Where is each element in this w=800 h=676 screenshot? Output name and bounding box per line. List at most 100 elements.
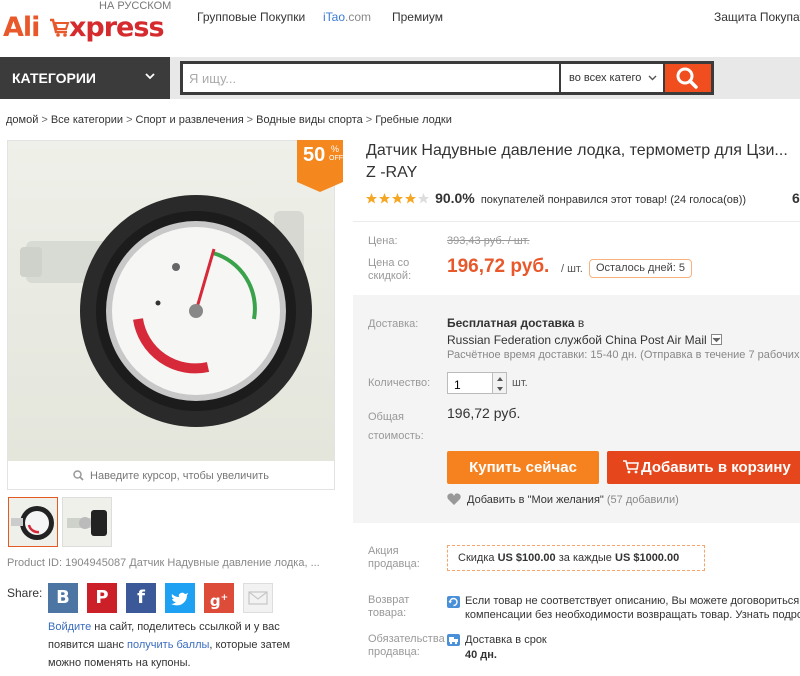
free-shipping-text: Бесплатная доставка — [447, 316, 575, 330]
nav-itao[interactable]: iTao.com — [323, 10, 371, 24]
breadcrumb-water-sports[interactable]: Водные виды спорта — [256, 114, 363, 126]
envelope-icon — [248, 591, 268, 605]
search-button[interactable] — [665, 64, 711, 92]
wishlist-text: Добавить в "Мои желания" — [467, 494, 604, 506]
google-plus-icon[interactable]: g+ — [204, 583, 234, 613]
promo-amount: US $100.00 — [497, 552, 556, 564]
chevron-down-icon — [648, 75, 657, 81]
zoom-hint-text: Наведите курсор, чтобы увеличить — [90, 470, 269, 482]
search-scope-select[interactable]: во всех катего — [561, 64, 663, 92]
discount-price-label: Цена со скидкой: — [368, 257, 412, 282]
nav-premium[interactable]: Премиум — [392, 10, 443, 24]
discount-percent: 50 — [303, 144, 326, 166]
categories-label: КАТЕГОРИИ — [12, 70, 96, 86]
seller-duties-line1: Доставка в срок — [465, 634, 547, 646]
nav-itao-domain: .com — [345, 10, 372, 24]
seller-promo-box: Скидка US $100.00 за каждые US $1000.00 — [447, 545, 705, 571]
chevron-down-icon — [145, 73, 155, 80]
promo-threshold: US $1000.00 — [615, 552, 680, 564]
total-price: 196,72 руб. — [447, 405, 521, 421]
days-left-badge: Осталось дней: 5 — [589, 259, 693, 278]
zoom-hint: Наведите курсор, чтобы увеличить — [8, 466, 334, 486]
facebook-icon[interactable]: f — [126, 583, 156, 613]
discount-badge: 50 % OFF — [297, 140, 343, 192]
quantity-input[interactable] — [447, 372, 493, 394]
get-points-link[interactable]: получить баллы — [127, 639, 209, 651]
product-main-image[interactable] — [8, 141, 334, 461]
logo-cart-icon — [50, 18, 70, 37]
top-header: Ali xpress НА РУССКОМ Групповые Покупки … — [0, 0, 800, 56]
logo-text-ali: Ali — [3, 12, 40, 43]
twitter-bird-icon — [171, 592, 188, 606]
returns-label: Возврат товара: — [368, 594, 410, 619]
shipping-summary: Бесплатная доставка в — [447, 316, 584, 330]
product-thumbnail[interactable] — [8, 497, 58, 547]
logo-subtitle: НА РУССКОМ — [99, 0, 172, 12]
rating-percent: 90.0% — [435, 190, 475, 206]
search-box: во всех катего — [180, 61, 714, 95]
orders-count: 6 — [792, 190, 800, 206]
promo-pre: Скидка — [458, 552, 495, 564]
search-icon — [676, 67, 698, 89]
discount-percent-symbol: % — [331, 144, 340, 154]
add-to-cart-label: Добавить в корзину — [641, 459, 791, 476]
add-to-cart-button[interactable]: Добавить в корзину — [607, 451, 800, 484]
seller-duties-line2: 40 дн. — [465, 649, 497, 661]
rating-stars — [366, 193, 429, 204]
shipping-dropdown[interactable] — [710, 334, 722, 345]
twitter-icon[interactable] — [165, 583, 195, 613]
quantity-stepper[interactable] — [493, 372, 507, 394]
stepper-arrows-icon — [497, 377, 503, 391]
product-image-box: 50 % OFF Наведите курсор, чтобы увеличит… — [7, 140, 343, 490]
price-label: Цена: — [368, 235, 398, 247]
breadcrumb-home[interactable]: домой — [6, 114, 38, 126]
product-title-line1: Датчик Надувные давление лодка, термомет… — [366, 142, 788, 159]
shipping-label: Доставка: — [368, 318, 419, 330]
search-bar-row: КАТЕГОРИИ во всех катего — [0, 57, 800, 99]
old-price: 393,43 руб. / шт. — [447, 235, 530, 247]
wishlist-link[interactable]: Добавить в "Мои желания" (57 добавили) — [447, 493, 679, 506]
breadcrumb-sport[interactable]: Спорт и развлечения — [136, 114, 244, 126]
categories-button[interactable]: КАТЕГОРИИ — [0, 57, 170, 99]
discount-off-label: OFF — [329, 155, 343, 162]
share-note: Войдите на сайт, поделитесь ссылкой и у … — [48, 618, 318, 672]
product-id-line: Product ID: 1904945087 Датчик Надувные д… — [7, 557, 320, 569]
thumbnail-gauge-side-image — [67, 510, 107, 536]
thumbnail-gauge-image — [11, 506, 54, 540]
discount-price: 196,72 руб. — [447, 256, 550, 277]
login-link[interactable]: Войдите — [48, 621, 91, 633]
return-icon — [447, 596, 460, 608]
seller-promo-label: Акция продавца: — [368, 545, 420, 570]
shipping-method[interactable]: Russian Federation службой China Post Ai… — [447, 333, 722, 347]
returns-line2[interactable]: компенсации без необходимости возвращать… — [465, 608, 800, 622]
nav-buyer-protection[interactable]: Защита Покупателя — [714, 10, 800, 24]
rating-text[interactable]: покупателей понравился этот товар! (24 г… — [481, 194, 746, 206]
buy-now-button[interactable]: Купить сейчас — [447, 451, 599, 484]
promo-mid: за каждые — [558, 552, 612, 564]
total-label: Общая стоимость: — [368, 411, 424, 442]
product-thumbnail[interactable] — [62, 497, 112, 547]
shipping-method-text: Russian Federation службой China Post Ai… — [447, 333, 707, 347]
seller-duties-text: Доставка в срок 40 дн. — [465, 633, 547, 663]
nav-group-buy[interactable]: Групповые Покупки — [197, 10, 305, 24]
email-icon[interactable] — [243, 583, 273, 613]
shipping-in: в — [577, 316, 585, 330]
vk-icon[interactable]: B — [48, 583, 78, 613]
price-per-unit: / шт. — [561, 263, 583, 275]
seller-duties-label: Обязательства продавца: — [368, 633, 445, 658]
breadcrumb-rowing-boats[interactable]: Гребные лодки — [375, 114, 452, 126]
heart-icon — [447, 493, 461, 505]
product-title: Датчик Надувные давление лодка, термомет… — [366, 140, 800, 184]
search-input[interactable] — [183, 64, 559, 92]
rating-row: 90.0% покупателей понравился этот товар!… — [366, 190, 746, 206]
returns-text: Если товар не соответствует описанию, Вы… — [465, 594, 800, 622]
quantity-unit: шт. — [512, 377, 528, 389]
search-scope-value: во всех катего — [569, 72, 642, 84]
logo-text-xpress: xpress — [69, 12, 165, 43]
wishlist-count: (57 добавили) — [606, 494, 679, 506]
nav-itao-brand: iTao — [323, 10, 346, 24]
breadcrumb-all-categories[interactable]: Все категории — [51, 114, 123, 126]
shipping-eta: Расчётное время доставки: 15-40 дн. (Отп… — [447, 349, 800, 361]
quantity-label: Количество: — [368, 377, 431, 389]
pinterest-icon[interactable]: P — [87, 583, 117, 613]
